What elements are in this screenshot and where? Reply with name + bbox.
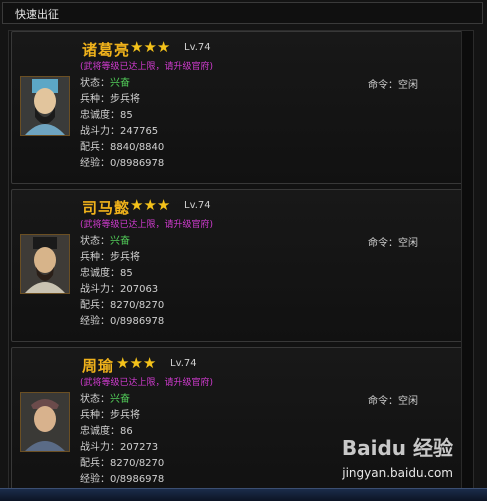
state-value: 兴奋: [110, 78, 130, 89]
stat-power: 战斗力：247765: [80, 126, 159, 137]
star-rating: ★★★: [130, 38, 171, 56]
portrait-icon: [21, 77, 69, 135]
state-value: 兴奋: [110, 236, 130, 247]
star-rating: ★★★: [130, 196, 171, 214]
general-stats: 状态：兴奋 兵种：步兵将 忠诚度：85 战斗力：207063 配兵：8270/8…: [80, 234, 330, 330]
general-name: 周瑜: [82, 357, 115, 375]
stat-loyalty: 忠诚度：86: [80, 426, 133, 437]
general-portrait[interactable]: [20, 76, 70, 136]
stat-state: 状态：兴奋: [80, 78, 130, 89]
window-title-bar: 快速出征: [2, 2, 483, 24]
watermark-url: jingyan.baidu.com: [342, 466, 453, 480]
quick-expedition-window: 快速出征 诸葛亮 ★★★ Lv.74 (武将等级已达上限，请升级官府) 状态：兴…: [0, 0, 487, 501]
general-level: Lv.74: [184, 42, 211, 53]
scrollbar[interactable]: [461, 31, 473, 501]
stat-loyalty: 忠诚度：85: [80, 110, 133, 121]
stat-exp: 经验：0/8986978: [80, 158, 165, 169]
level-cap-notice: (武将等级已达上限，请升级官府): [80, 378, 214, 388]
stat-power: 战斗力：207273: [80, 442, 159, 453]
general-list: 诸葛亮 ★★★ Lv.74 (武将等级已达上限，请升级官府) 状态：兴奋 兵种：…: [8, 30, 474, 501]
stat-soldiers: 配兵：8270/8270: [80, 300, 165, 311]
stat-troop: 兵种：步兵将: [80, 410, 140, 421]
stat-soldiers: 配兵：8840/8840: [80, 142, 165, 153]
stat-troop: 兵种：步兵将: [80, 252, 140, 263]
portrait-icon: [21, 393, 69, 451]
general-name: 司马懿: [82, 199, 131, 217]
stat-troop: 兵种：步兵将: [80, 94, 140, 105]
general-portrait[interactable]: [20, 234, 70, 294]
stat-loyalty: 忠诚度：85: [80, 268, 133, 279]
general-name: 诸葛亮: [82, 41, 131, 59]
stat-power: 战斗力：207063: [80, 284, 159, 295]
window-title: 快速出征: [15, 8, 59, 21]
taskbar: [0, 488, 487, 501]
level-cap-notice: (武将等级已达上限，请升级官府): [80, 62, 214, 72]
stat-state: 状态：兴奋: [80, 236, 130, 247]
command-status: 命令：空闲: [368, 80, 418, 91]
general-portrait[interactable]: [20, 392, 70, 452]
general-stats: 状态：兴奋 兵种：步兵将 忠诚度：86 战斗力：207273 配兵：8270/8…: [80, 392, 330, 488]
level-cap-notice: (武将等级已达上限，请升级官府): [80, 220, 214, 230]
baidu-jingyan-watermark: Baidu 经验: [341, 436, 453, 460]
portrait-icon: [21, 235, 69, 293]
stat-state: 状态：兴奋: [80, 394, 130, 405]
command-status: 命令：空闲: [368, 238, 418, 249]
state-value: 兴奋: [110, 394, 130, 405]
stat-exp: 经验：0/8986978: [80, 316, 165, 327]
general-level: Lv.74: [184, 200, 211, 211]
general-stats: 状态：兴奋 兵种：步兵将 忠诚度：85 战斗力：247765 配兵：8840/8…: [80, 76, 330, 172]
stat-exp: 经验：0/8986978: [80, 474, 165, 485]
general-card-sima-yi[interactable]: 司马懿 ★★★ Lv.74 (武将等级已达上限，请升级官府) 状态：兴奋 兵种：…: [11, 189, 471, 342]
general-card-zhuge-liang[interactable]: 诸葛亮 ★★★ Lv.74 (武将等级已达上限，请升级官府) 状态：兴奋 兵种：…: [11, 31, 471, 184]
stat-soldiers: 配兵：8270/8270: [80, 458, 165, 469]
general-level: Lv.74: [170, 358, 197, 369]
star-rating: ★★★: [116, 354, 157, 372]
command-status: 命令：空闲: [368, 396, 418, 407]
